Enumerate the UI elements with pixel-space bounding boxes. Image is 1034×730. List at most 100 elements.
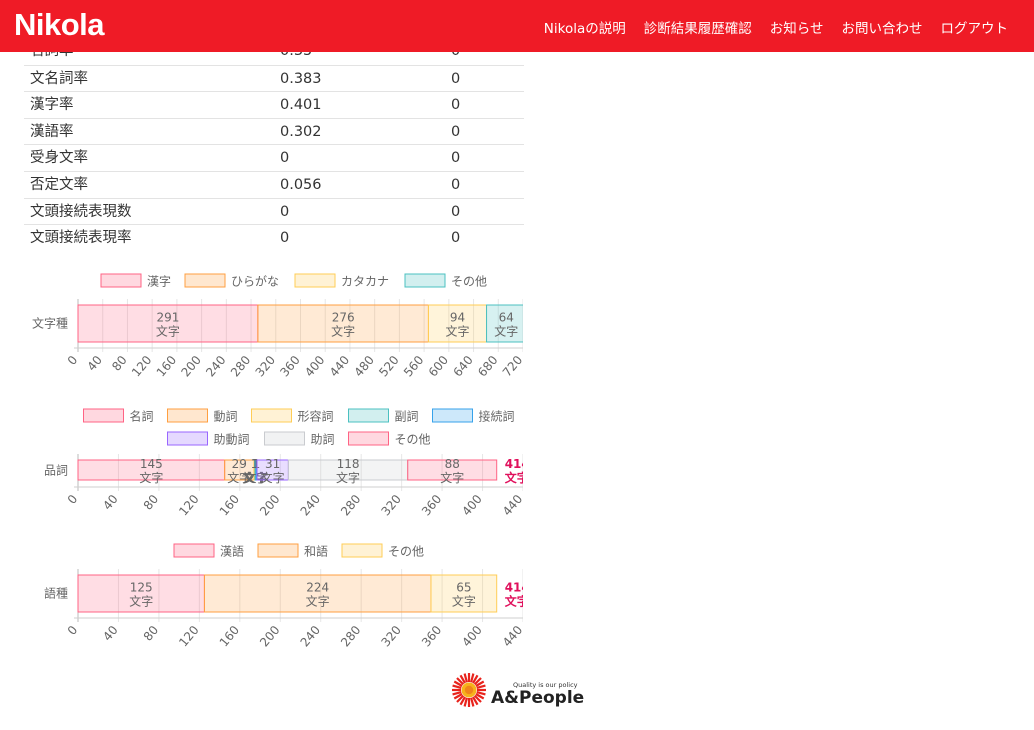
table-row: 否定文率 0.056 0 — [24, 170, 524, 198]
legend-label[interactable]: その他 — [395, 433, 431, 447]
legend-swatch[interactable] — [294, 273, 336, 288]
tick-label: 480 — [352, 353, 377, 380]
legend-swatch[interactable] — [83, 408, 124, 423]
total-label: 725 — [534, 311, 559, 325]
data-label-unit: 文字 — [440, 470, 464, 485]
data-label-unit: 文字 — [129, 594, 153, 609]
legend-label[interactable]: 助詞 — [311, 433, 335, 447]
legend-label[interactable]: 形容詞 — [298, 409, 334, 424]
legend-swatch[interactable] — [257, 543, 299, 558]
legend-swatch[interactable] — [251, 408, 292, 423]
legend-swatch[interactable] — [404, 273, 446, 288]
stacked-bar-chart-2: 名詞 動詞 形容詞 副詞 接続詞助動詞 助詞 その他品詞 145文字29文字1文字1文字1文字… — [44, 408, 530, 519]
tick-label: 160 — [217, 623, 242, 650]
tick-label: 0 — [65, 353, 81, 368]
total-label: 414 — [505, 581, 530, 595]
tick-label: 640 — [450, 353, 475, 380]
metric-reference: 0 — [451, 230, 461, 247]
legend-swatch[interactable] — [167, 431, 208, 446]
data-label: 65 — [456, 581, 471, 595]
metric-reference: 0 — [451, 203, 461, 220]
tick-label: 240 — [203, 353, 228, 380]
legend-swatch[interactable] — [100, 273, 142, 288]
data-label-unit: 文字 — [494, 324, 518, 339]
legend-swatch[interactable] — [348, 408, 389, 423]
category-label: 語種 — [44, 586, 68, 601]
tick-label: 40 — [100, 492, 121, 513]
total-label: 414 — [505, 457, 530, 471]
legend-swatch[interactable] — [432, 408, 473, 423]
tick-label: 200 — [178, 353, 203, 380]
data-label: 29 — [232, 457, 247, 471]
tick-label: 0 — [65, 492, 81, 507]
tick-label: 120 — [176, 492, 201, 519]
tick-label: 680 — [475, 353, 500, 380]
total-label-unit: 文字 — [534, 324, 558, 339]
legend-label[interactable]: その他 — [388, 545, 424, 559]
legend-label[interactable]: その他 — [451, 275, 487, 289]
legend-label[interactable]: 和語 — [304, 544, 328, 559]
data-label-unit: 文字 — [331, 324, 355, 339]
tick-label: 440 — [500, 623, 525, 650]
legend-label[interactable]: 漢語 — [220, 544, 244, 559]
legend-label[interactable]: 助動詞 — [214, 433, 250, 447]
metric-name: 文名詞率 — [30, 70, 88, 87]
tick-label: 80 — [141, 623, 162, 644]
data-label: 88 — [445, 457, 460, 471]
legend-label[interactable]: 名詞 — [130, 409, 154, 424]
tick-label: 120 — [176, 623, 201, 650]
legend-label[interactable]: 接続詞 — [479, 409, 515, 424]
tick-label: 120 — [129, 353, 154, 380]
data-label: 125 — [130, 581, 153, 595]
table-row: 漢語率 0.302 0 — [24, 117, 524, 145]
tick-label: 160 — [217, 492, 242, 519]
legend-label[interactable]: カタカナ — [341, 275, 389, 289]
nav-link-logout[interactable]: ログアウト — [941, 17, 1009, 37]
legend-swatch[interactable] — [348, 431, 389, 446]
metric-reference: 0 — [451, 150, 461, 167]
tick-label: 80 — [141, 492, 162, 513]
table-row: 文名詞率 0.383 0 — [24, 64, 524, 92]
legend-label[interactable]: ひらがな — [231, 274, 279, 289]
tick-label: 440 — [500, 492, 525, 519]
main-nav: Nikolaの説明 診断結果履歴確認 お知らせ お問い合わせ ログアウト — [544, 17, 1008, 37]
tick-label: 720 — [500, 353, 525, 380]
tick-label: 80 — [109, 353, 130, 374]
legend-label[interactable]: 副詞 — [395, 410, 419, 424]
metric-name: 漢字率 — [30, 97, 74, 114]
tick-label: 360 — [419, 623, 444, 650]
tick-label: 400 — [459, 623, 484, 650]
legend-label[interactable]: 動詞 — [214, 410, 238, 424]
metric-name: 文頭接続表現数 — [30, 203, 132, 220]
nav-link-contact[interactable]: お問い合わせ — [842, 17, 923, 37]
table-row: 文頭接続表現数 0 0 — [24, 197, 524, 225]
metric-reference: 0 — [451, 176, 461, 193]
app-logo[interactable]: Nikola — [14, 7, 105, 43]
legend-swatch[interactable] — [173, 543, 215, 558]
metric-name: 文頭接続表現率 — [30, 230, 132, 247]
category-label: 品詞 — [44, 464, 68, 478]
data-label-unit: 文字 — [139, 470, 163, 485]
metric-reference: 0 — [451, 70, 461, 87]
tick-label: 320 — [253, 353, 278, 380]
legend-swatch[interactable] — [184, 273, 226, 288]
table-row: 受身文率 0 0 — [24, 144, 524, 171]
total-label-unit: 文字 — [505, 594, 529, 609]
data-label-unit: 文字 — [306, 594, 330, 609]
nav-link-news[interactable]: お知らせ — [770, 17, 824, 37]
metric-value: 0 — [280, 150, 290, 167]
metric-value: 0.302 — [280, 123, 322, 140]
metric-name: 漢語率 — [30, 123, 74, 140]
legend-swatch[interactable] — [167, 408, 208, 423]
tick-label: 240 — [298, 623, 323, 650]
tick-label: 400 — [302, 353, 327, 380]
tick-label: 200 — [257, 623, 282, 650]
legend-swatch[interactable] — [341, 543, 383, 558]
nav-link-history[interactable]: 診断結果履歴確認 — [644, 17, 752, 37]
legend-label[interactable]: 漢字 — [147, 274, 171, 289]
tick-label: 360 — [277, 353, 302, 380]
tick-label: 280 — [338, 492, 363, 519]
legend-swatch[interactable] — [264, 431, 305, 446]
tick-label: 40 — [84, 353, 105, 374]
nav-link-about[interactable]: Nikolaの説明 — [544, 17, 626, 37]
